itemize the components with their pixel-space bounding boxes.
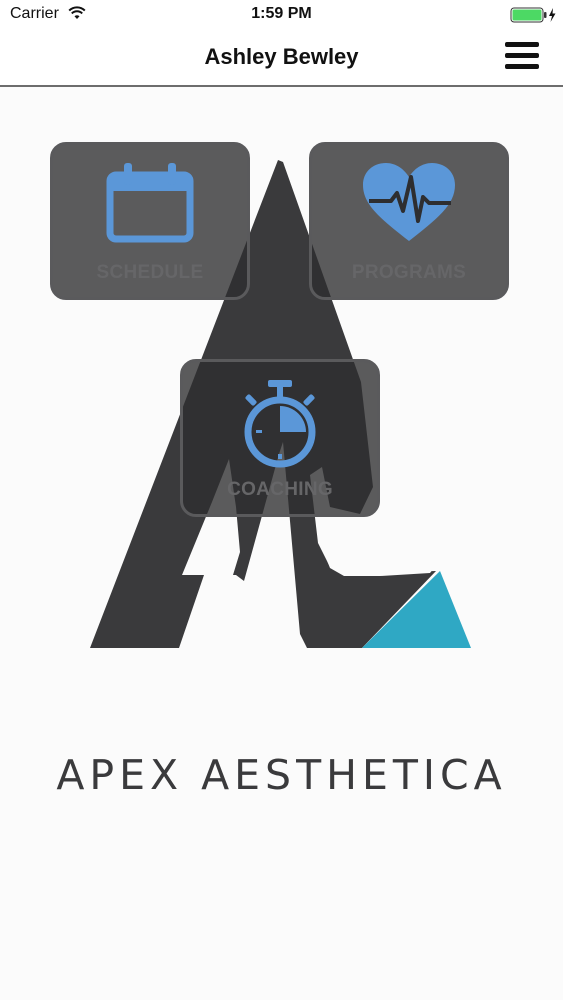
clock: 1:59 PM — [251, 5, 312, 22]
programs-tile[interactable]: PROGRAMS — [309, 142, 509, 300]
heart-rate-icon — [312, 163, 506, 250]
stopwatch-icon — [183, 380, 377, 475]
coaching-tile[interactable]: COACHING — [180, 359, 380, 517]
hamburger-menu-icon[interactable] — [505, 42, 539, 72]
schedule-tile[interactable]: SCHEDULE — [50, 142, 250, 300]
navigation-bar: Ashley Bewley — [0, 30, 563, 87]
main-content: SCHEDULE PROGRAMS COACHING APEX AESTHETI… — [0, 87, 563, 1000]
schedule-label: SCHEDULE — [96, 262, 204, 283]
battery-charging-icon — [510, 7, 558, 28]
coaching-label: COACHING — [227, 479, 333, 500]
calendar-icon — [53, 163, 247, 250]
page-title: Ashley Bewley — [204, 44, 359, 69]
programs-label: PROGRAMS — [351, 262, 467, 283]
brand-name: APEX AESTHETICA — [56, 751, 507, 799]
status-bar: Carrier 1:59 PM — [0, 0, 563, 30]
